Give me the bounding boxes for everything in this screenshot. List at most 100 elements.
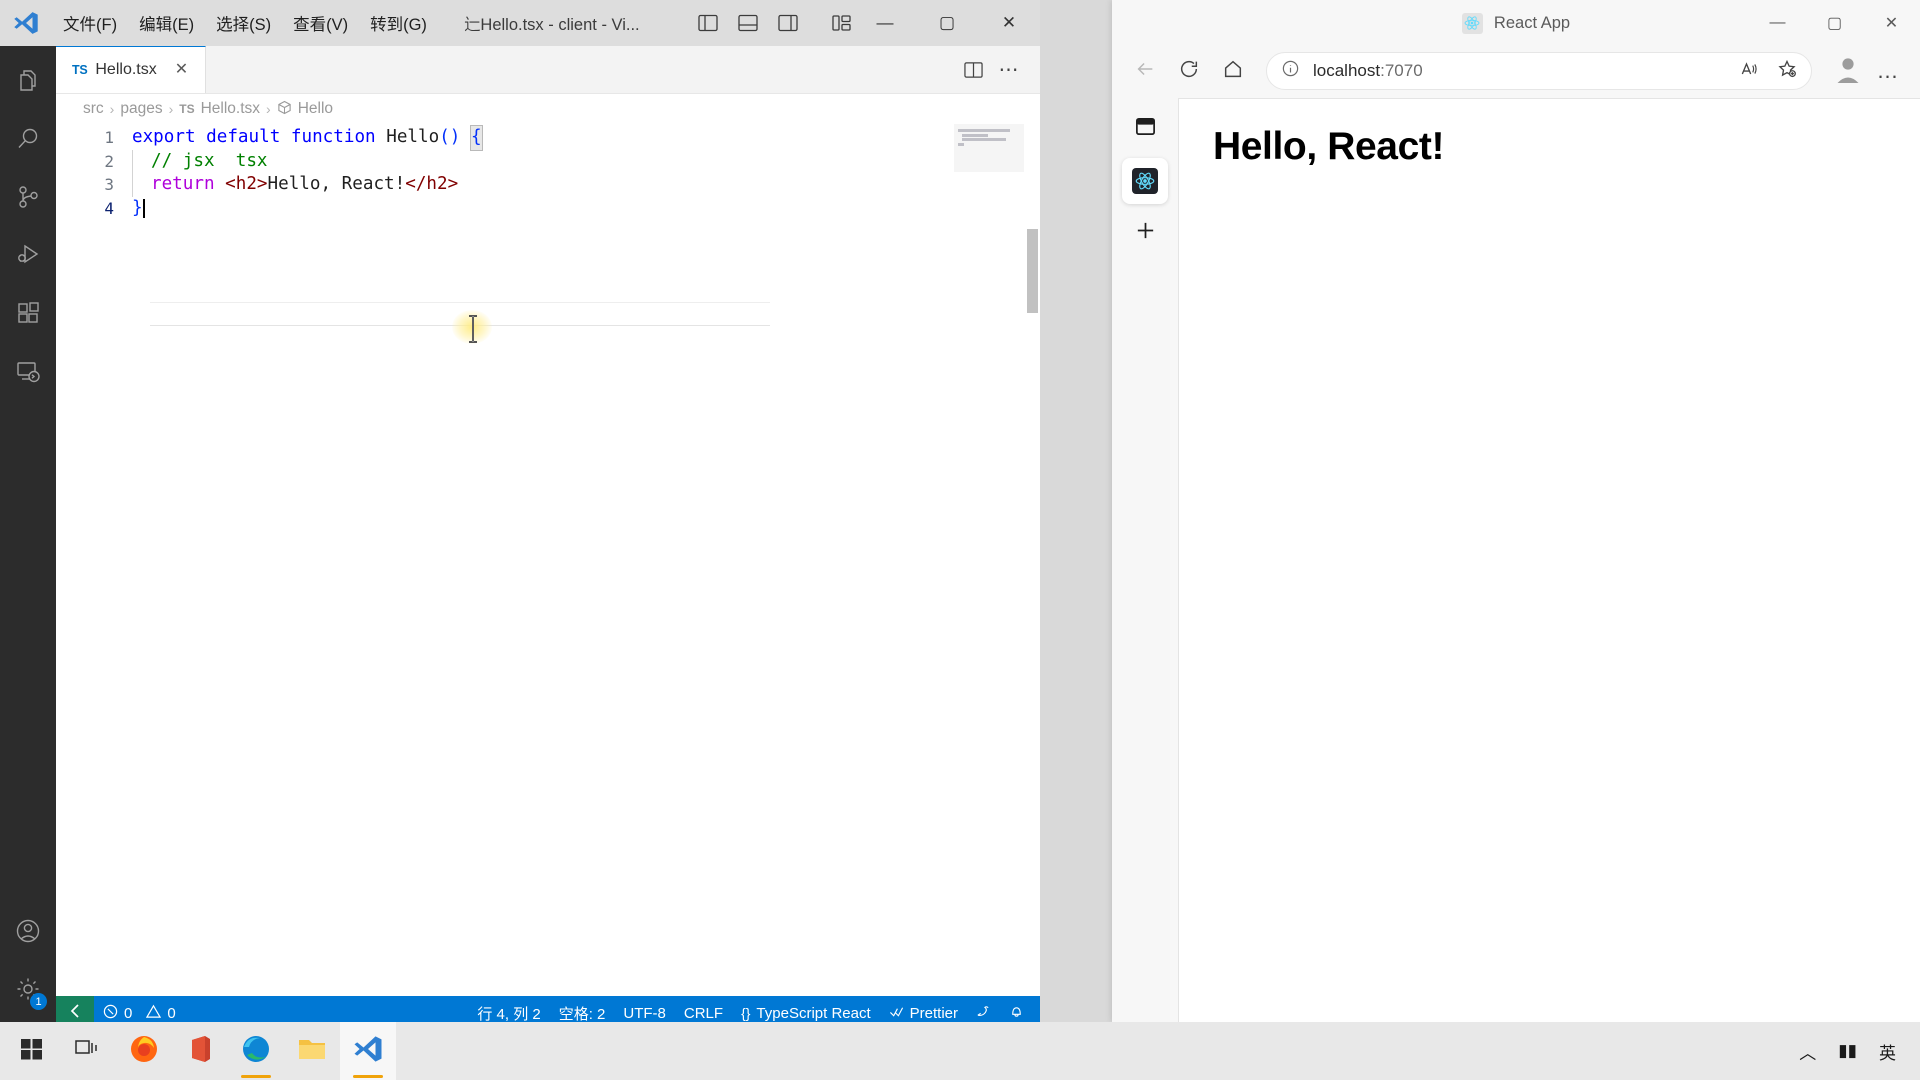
menu-selection[interactable]: 选择(S) [205, 6, 282, 40]
error-icon [103, 1004, 118, 1023]
code-line[interactable]: 2 // jsx tsx [56, 149, 1040, 173]
profile-avatar-icon [1832, 53, 1864, 90]
read-aloud-icon [1739, 59, 1759, 84]
sidebar-item-search[interactable] [0, 112, 56, 170]
code-token-bracket-highlight: { [470, 125, 483, 151]
taskbar-edge[interactable] [228, 1022, 284, 1080]
taskbar-office[interactable] [172, 1022, 228, 1080]
code-line[interactable]: 1 export default function Hello() { [56, 125, 1040, 151]
code-line[interactable]: 3 return <h2> Hello, React! </h2> [56, 173, 1040, 197]
taskbar-file-explorer[interactable] [284, 1022, 340, 1080]
edge-main: Hello, React! [1112, 96, 1920, 1022]
office-icon [185, 1034, 215, 1069]
toggle-secondary-sidebar-icon[interactable] [770, 6, 806, 40]
tray-overflow-button[interactable]: ︿ [1789, 1022, 1826, 1080]
menu-go[interactable]: 转到(G) [359, 6, 438, 40]
read-aloud-button[interactable] [1731, 54, 1767, 88]
breadcrumb-item-file[interactable]: Hello.tsx [201, 100, 260, 118]
tweet-feedback-icon [976, 1004, 991, 1023]
tab-pane-icon [1134, 115, 1157, 143]
vscode-window-buttons[interactable]: — ▢ ✕ [854, 0, 1040, 46]
react-icon [1132, 168, 1158, 194]
toggle-primary-sidebar-icon[interactable] [690, 6, 726, 40]
sidebar-item-explorer[interactable] [0, 54, 56, 112]
windows-logo-icon [20, 1037, 44, 1066]
start-button[interactable] [4, 1022, 60, 1080]
scrollbar-thumb[interactable] [1027, 229, 1038, 313]
minimap-slider[interactable] [954, 124, 1024, 172]
profile-button[interactable] [1830, 53, 1866, 89]
code-content[interactable]: 1 export default function Hello() { 2 //… [56, 124, 1040, 220]
code-token: Hello, React! [267, 174, 406, 194]
ts-file-icon: TS [72, 63, 88, 77]
edge-maximize-button[interactable]: ▢ [1806, 0, 1863, 46]
vertical-tab-strip [1112, 96, 1178, 1022]
edge-icon [240, 1033, 272, 1070]
task-view-button[interactable] [60, 1022, 116, 1080]
tray-network-icon[interactable]: ▮▮ [1828, 1022, 1867, 1080]
symbol-function-icon [277, 100, 292, 118]
firefox-icon [128, 1033, 160, 1070]
sidebar-item-remote-explorer[interactable] [0, 344, 56, 402]
running-indicator [353, 1075, 383, 1078]
breadcrumb-item-symbol[interactable]: Hello [298, 100, 333, 118]
editor-tab-hello-tsx[interactable]: TS Hello.tsx ✕ [56, 46, 206, 93]
vscode-layout-controls[interactable] [690, 6, 860, 40]
vscode-titlebar: 文件(F) 编辑(E) 选择(S) 查看(V) 转到(G) 辷Hello.tsx… [0, 0, 1040, 46]
edge-close-button[interactable]: ✕ [1863, 0, 1920, 46]
indent-guide [132, 173, 133, 197]
sidebar-item-accounts[interactable] [0, 904, 56, 962]
sidebar-item-manage[interactable]: 1 [0, 962, 56, 1020]
refresh-button[interactable] [1168, 50, 1210, 92]
indent-guide [132, 149, 133, 173]
sidebar-item-run-debug[interactable] [0, 228, 56, 286]
more-actions-icon[interactable]: ⋯ [992, 53, 1026, 87]
breadcrumb-item-pages[interactable]: pages [120, 100, 162, 118]
extensions-icon [15, 300, 41, 331]
sidebar-item-extensions[interactable] [0, 286, 56, 344]
tray-ime-indicator[interactable]: 英 [1869, 1022, 1906, 1080]
site-info-icon[interactable] [1281, 59, 1300, 83]
new-tab-button[interactable] [1122, 210, 1168, 256]
split-editor-right-icon[interactable] [956, 53, 990, 87]
add-favorite-button[interactable] [1769, 54, 1805, 88]
menu-edit[interactable]: 编辑(E) [128, 6, 205, 40]
vscode-window: 文件(F) 编辑(E) 选择(S) 查看(V) 转到(G) 辷Hello.tsx… [0, 0, 1040, 1030]
toggle-panel-icon[interactable] [730, 6, 766, 40]
vscode-menubar[interactable]: 文件(F) 编辑(E) 选择(S) 查看(V) 转到(G) [52, 6, 438, 40]
ts-file-icon: TS [179, 102, 195, 116]
sidebar-item-source-control[interactable] [0, 170, 56, 228]
code-line[interactable]: 4 } [56, 197, 1040, 221]
edge-minimize-button[interactable]: — [1749, 0, 1806, 46]
taskbar-firefox[interactable] [116, 1022, 172, 1080]
close-icon[interactable]: ✕ [175, 62, 188, 78]
code-editor[interactable]: 1 export default function Hello() { 2 //… [56, 124, 1040, 996]
home-button[interactable] [1212, 50, 1254, 92]
address-bar-url[interactable]: localhost:7070 [1313, 61, 1731, 81]
editor-vertical-scrollbar[interactable] [1024, 124, 1040, 996]
menu-view[interactable]: 查看(V) [282, 6, 359, 40]
line-number: 3 [104, 175, 114, 194]
url-port: :7070 [1380, 61, 1423, 80]
minimap[interactable] [954, 124, 1024, 996]
edge-window-buttons[interactable]: — ▢ ✕ [1749, 0, 1920, 46]
editor-tabbar: TS Hello.tsx ✕ ⋯ [56, 46, 1040, 94]
menu-file[interactable]: 文件(F) [52, 6, 128, 40]
error-count: 0 [124, 1004, 133, 1022]
vscode-minimize-button[interactable]: — [854, 0, 916, 46]
tab-list-toggle-button[interactable] [1122, 106, 1168, 152]
vscode-close-button[interactable]: ✕ [978, 0, 1040, 46]
remote-explorer-icon [15, 358, 41, 389]
tab-react-app[interactable] [1122, 158, 1168, 204]
home-icon [1222, 58, 1244, 85]
run-debug-icon [15, 242, 41, 273]
vscode-maximize-button[interactable]: ▢ [916, 0, 978, 46]
address-bar[interactable]: localhost:7070 [1266, 52, 1812, 90]
taskbar-vscode[interactable] [340, 1022, 396, 1080]
edge-settings-more-button[interactable]: … [1868, 51, 1908, 91]
web-page-content: Hello, React! [1178, 98, 1920, 1022]
remote-indicator-icon [67, 1003, 83, 1023]
breadcrumb-item-src[interactable]: src [83, 100, 104, 118]
code-token: function [290, 127, 387, 147]
back-button[interactable] [1124, 50, 1166, 92]
